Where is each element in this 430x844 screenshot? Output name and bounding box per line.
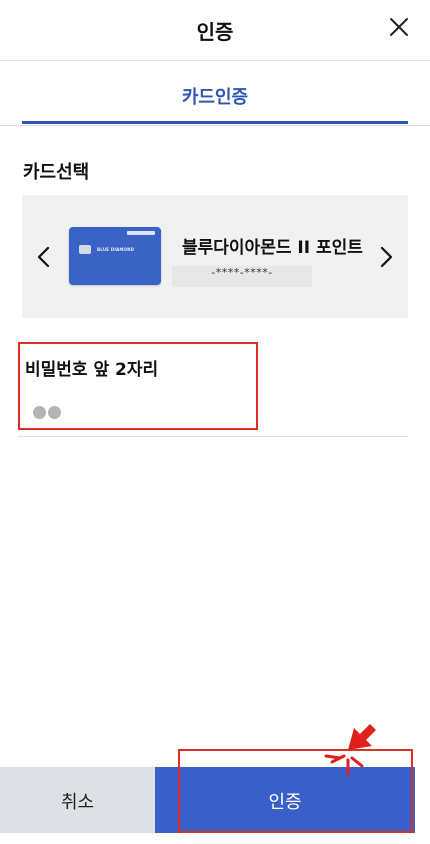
password-dot xyxy=(48,406,61,419)
cancel-button-label: 취소 xyxy=(60,792,95,813)
password-dots xyxy=(33,404,63,423)
password-field[interactable]: 비밀번호 앞 2자리 xyxy=(18,342,258,430)
page-title: 인증 xyxy=(196,20,234,44)
card-number: -****-****- xyxy=(211,266,273,279)
divider xyxy=(18,436,408,437)
tab-card-auth[interactable]: 카드인증 xyxy=(22,61,408,123)
password-label: 비밀번호 앞 2자리 xyxy=(25,360,159,380)
tab-active-indicator xyxy=(22,121,408,124)
card-name: 블루다이아몬드 II 포인트 xyxy=(182,238,363,258)
card-carousel: BLUE DIAMOND 블루다이아몬드 II 포인트 -****-****- xyxy=(22,195,408,318)
click-indicator-icon xyxy=(324,724,376,776)
tab-bar: 카드인증 xyxy=(0,61,430,126)
close-button[interactable] xyxy=(384,12,414,42)
cancel-button[interactable]: 취소 xyxy=(0,767,155,833)
password-dot xyxy=(33,406,46,419)
close-icon xyxy=(390,18,408,36)
card-brand-text: BLUE DIAMOND xyxy=(97,247,135,252)
next-card-button[interactable] xyxy=(372,239,400,275)
card-chip-icon xyxy=(79,245,91,254)
card-issuer-logo xyxy=(127,231,155,235)
chevron-right-icon xyxy=(380,246,393,268)
card-select-label: 카드선택 xyxy=(23,162,90,183)
prev-card-button[interactable] xyxy=(30,239,58,275)
header: 인증 xyxy=(0,0,430,61)
chevron-left-icon xyxy=(37,246,50,268)
card-image[interactable]: BLUE DIAMOND xyxy=(69,227,161,285)
tab-card-auth-label: 카드인증 xyxy=(181,87,249,108)
